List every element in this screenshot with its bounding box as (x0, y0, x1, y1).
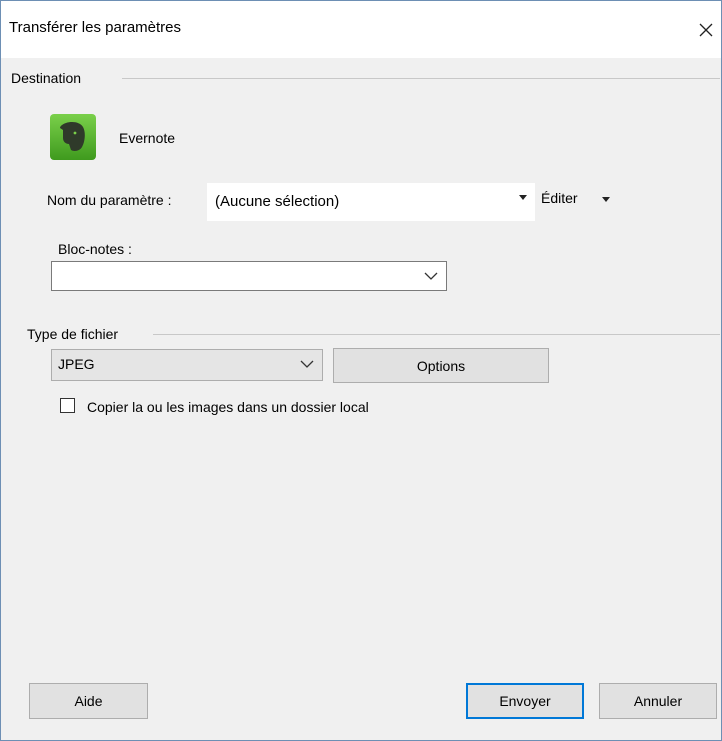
setting-name-value: (Aucune sélection) (215, 193, 340, 210)
notebook-combobox[interactable] (51, 261, 447, 291)
send-button[interactable]: Envoyer (466, 683, 584, 719)
copy-local-label: Copier la ou les images dans un dossier … (87, 399, 369, 415)
evernote-elephant-icon (50, 114, 96, 160)
dropdown-arrow-icon (519, 195, 527, 200)
chevron-down-icon (424, 272, 438, 280)
setting-name-dropdown[interactable]: (Aucune sélection) (206, 182, 536, 222)
window-title: Transférer les paramètres (9, 19, 182, 36)
cancel-button[interactable]: Annuler (599, 683, 717, 719)
chevron-down-icon (300, 360, 314, 368)
destination-app-name: Evernote (119, 130, 176, 146)
file-type-group-title: Type de fichier (27, 326, 119, 342)
file-type-combobox[interactable]: JPEG (51, 349, 323, 381)
title-bar: Transférer les paramètres (1, 1, 721, 58)
help-button[interactable]: Aide (29, 683, 148, 719)
setting-name-label: Nom du paramètre : (47, 192, 172, 208)
destination-group-line (122, 78, 720, 79)
transfer-settings-dialog: Transférer les paramètres Destination Ev… (0, 0, 722, 741)
edit-dropdown-arrow-icon[interactable] (602, 197, 610, 202)
file-type-value: JPEG (58, 356, 95, 372)
copy-local-checkbox[interactable] (60, 398, 75, 413)
notebook-label: Bloc-notes : (58, 241, 132, 257)
file-type-group-line (153, 334, 720, 335)
edit-button[interactable]: Éditer (541, 190, 578, 206)
destination-group-title: Destination (11, 70, 82, 86)
close-button[interactable] (691, 11, 721, 49)
close-icon (699, 23, 713, 37)
options-button[interactable]: Options (333, 348, 549, 383)
